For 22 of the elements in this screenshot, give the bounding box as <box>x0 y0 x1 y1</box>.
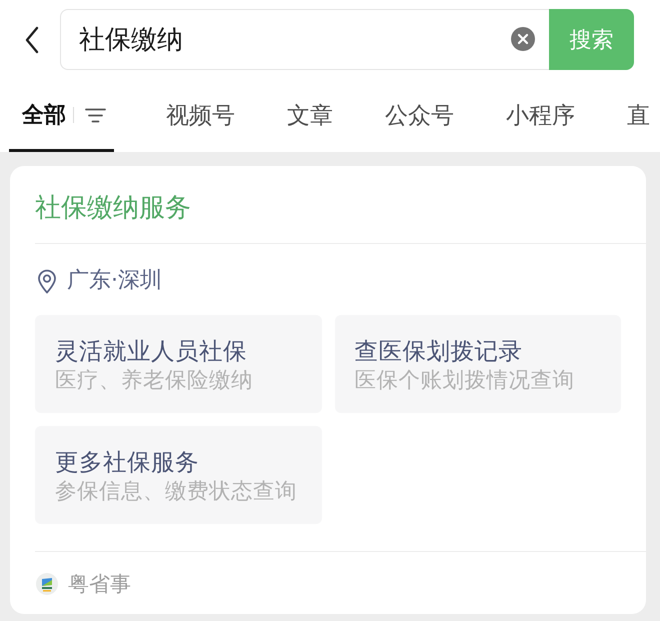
service-title: 灵活就业人员社保 <box>55 336 248 366</box>
filter-icon[interactable] <box>85 108 106 122</box>
service-card[interactable]: 灵活就业人员社保 医疗、养老保险缴纳 <box>35 315 322 413</box>
tab[interactable]: 文章 <box>287 70 333 152</box>
service-card[interactable]: 查医保划拨记录 医保个账划拨情况查询 <box>334 315 621 413</box>
back-icon[interactable] <box>24 26 40 54</box>
service-description: 参保信息、缴费状态查询 <box>55 478 298 506</box>
tab[interactable]: 直 <box>627 70 650 152</box>
service-card[interactable]: 更多社保服务 参保信息、缴费状态查询 <box>35 426 322 524</box>
tab[interactable]: 视频号 <box>166 70 235 152</box>
service-description: 医保个账划拨情况查询 <box>354 367 576 395</box>
tab[interactable]: 小程序 <box>506 70 575 152</box>
service-title: 更多社保服务 <box>55 447 200 477</box>
service-title: 查医保划拨记录 <box>354 336 524 366</box>
clear-icon[interactable] <box>511 27 535 51</box>
tab[interactable]: 全部 <box>9 70 114 152</box>
app-logo-icon <box>36 572 58 594</box>
location-pin-icon <box>37 268 57 294</box>
tab[interactable]: 公众号 <box>385 70 454 152</box>
search-field[interactable]: 社保缴纳 <box>60 9 549 70</box>
service-description: 医疗、养老保险缴纳 <box>55 367 254 395</box>
location-label: 广东·深圳 <box>67 267 162 295</box>
